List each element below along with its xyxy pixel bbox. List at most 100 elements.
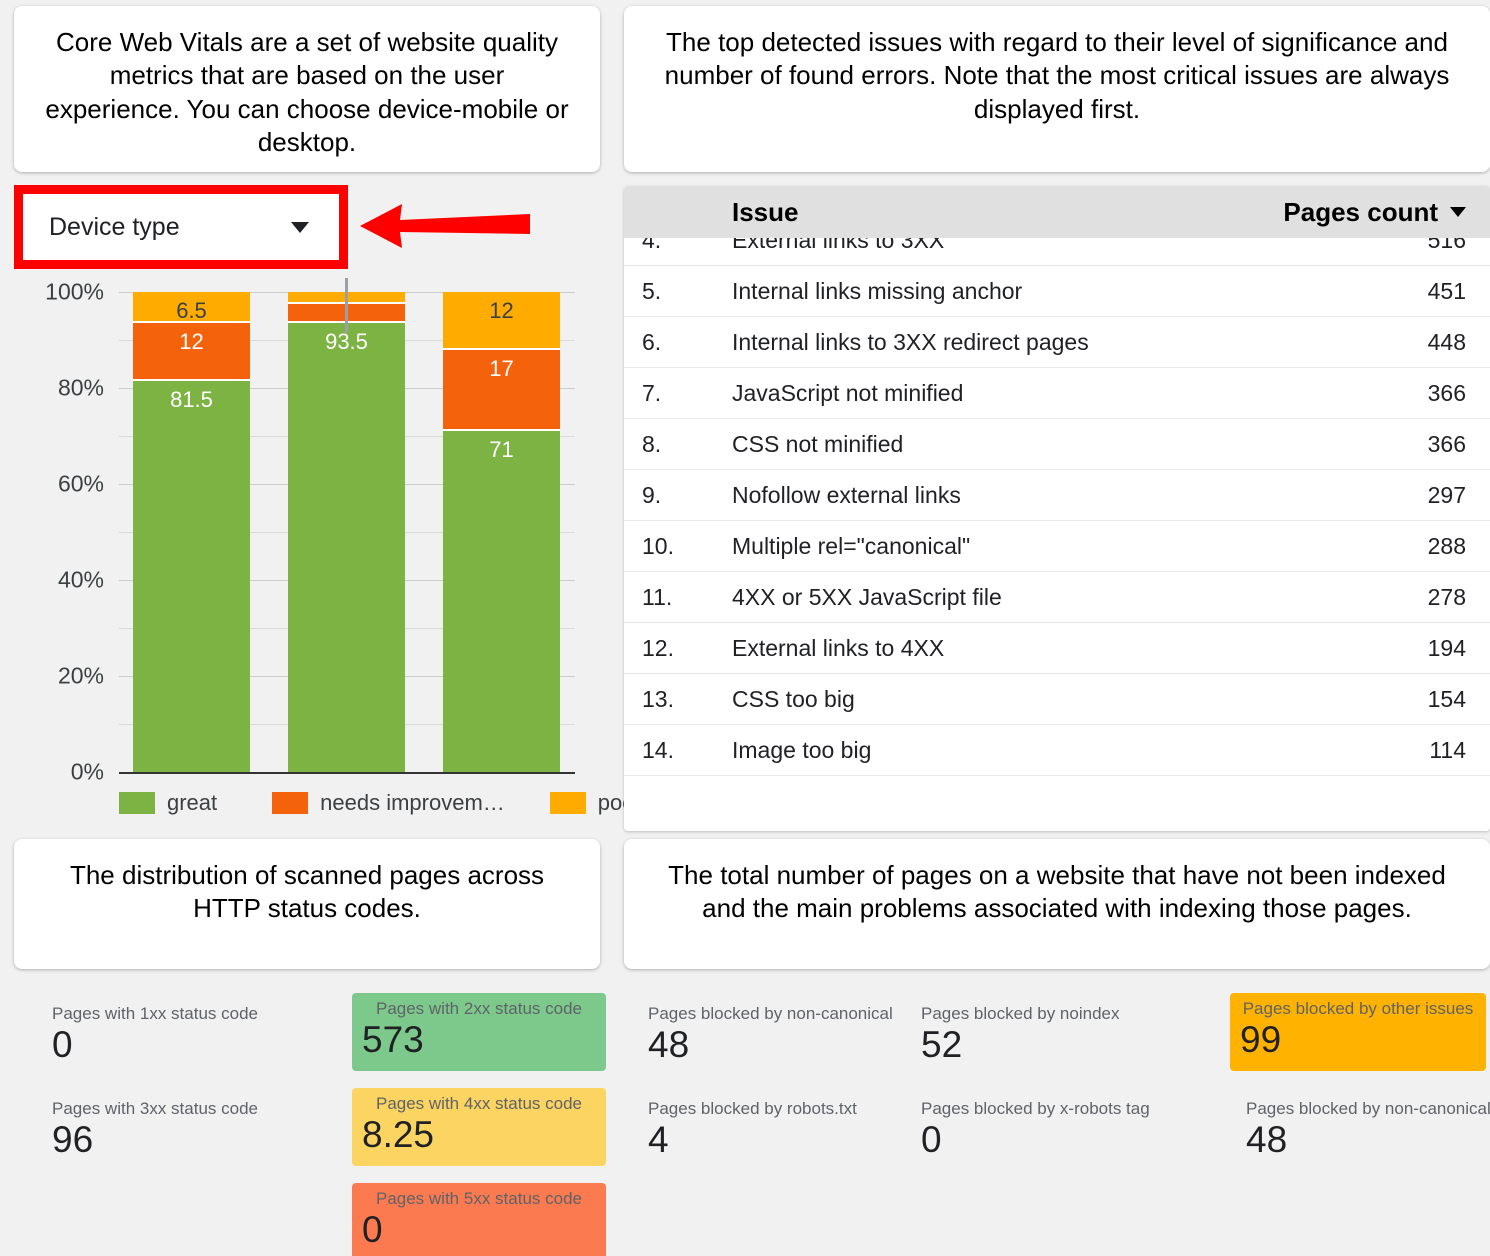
device-type-highlight-box: Device type: [14, 185, 348, 269]
legend-swatch-poor: [549, 792, 586, 814]
chart-plot-area: 100% 80% 60% 40% 20% 0% 6.5 12 81.5 93.5…: [14, 278, 642, 818]
bar-3-poor[interactable]: 12: [443, 292, 560, 350]
device-type-label: Device type: [49, 212, 180, 241]
table-row-count: 278: [1427, 583, 1466, 610]
bar-1-great[interactable]: 81.5: [133, 380, 250, 772]
table-row-count: 288: [1427, 532, 1466, 559]
scorecard-2xx[interactable]: Pages with 2xx status code 573: [352, 993, 606, 1071]
legend-item-great[interactable]: great: [119, 790, 217, 816]
scorecard-5xx[interactable]: Pages with 5xx status code 0: [352, 1183, 606, 1256]
table-row-issue: CSS too big: [732, 685, 855, 712]
x-axis-line: [119, 772, 575, 774]
column-header-pages-count[interactable]: Pages count: [1283, 197, 1466, 228]
table-row-index: 9.: [642, 481, 662, 508]
table-row[interactable]: 11. 4XX or 5XX JavaScript file 278: [624, 572, 1490, 623]
scorecard-3xx-value: 96: [52, 1119, 94, 1161]
chart-hover-indicator: [345, 278, 348, 334]
column-header-pages-count-label: Pages count: [1283, 196, 1438, 227]
y-tick-80: 80%: [57, 374, 104, 401]
scorecard-blocked-noindex[interactable]: Pages blocked by noindex 52: [921, 998, 1171, 1076]
table-row-issue: Multiple rel="canonical": [732, 532, 971, 559]
table-row[interactable]: 6. Internal links to 3XX redirect pages 44…: [624, 317, 1490, 368]
scorecard-2xx-value: 573: [362, 1019, 424, 1061]
scorecard-blocked-x-robots-tag-value: 0: [921, 1119, 942, 1161]
table-row-index: 7.: [642, 379, 662, 406]
table-row[interactable]: 5. Internal links missing anchor 451: [624, 266, 1490, 317]
scorecard-2xx-title: Pages with 2xx status code: [375, 999, 582, 1018]
scorecard-blocked-robots-txt-value: 4: [648, 1119, 669, 1161]
table-row-count: 451: [1427, 277, 1466, 304]
issues-table-rows: 3.External links missing anchor5164.Exte…: [624, 186, 1490, 776]
scorecard-blocked-non-canonical-2-title: Pages blocked by non-canonical: [1246, 1099, 1490, 1118]
scorecard-5xx-title: Pages with 5xx status code: [375, 1189, 582, 1208]
scorecard-3xx[interactable]: Pages with 3xx status code 96: [52, 1093, 312, 1171]
bar-1-needs-label: 12: [179, 329, 204, 355]
table-row-index: 8.: [642, 430, 662, 457]
chart-legend: great needs improvem… poor: [119, 790, 642, 816]
scorecard-blocked-noindex-title: Pages blocked by noindex: [921, 1004, 1120, 1023]
table-row-index: 14.: [642, 736, 674, 763]
core-web-vitals-chart: 100% 80% 60% 40% 20% 0% 6.5 12 81.5 93.5…: [14, 278, 642, 818]
cwv-description-card: Core Web Vitals are a set of website qua…: [14, 6, 600, 172]
y-tick-0: 0%: [70, 758, 104, 785]
bar-3-great-label: 71: [489, 437, 514, 463]
table-row-index: 6.: [642, 328, 662, 355]
table-row[interactable]: 10. Multiple rel="canonical" 288: [624, 521, 1490, 572]
bar-group-3[interactable]: 12 17 71: [443, 292, 560, 772]
scorecard-blocked-x-robots-tag[interactable]: Pages blocked by x-robots tag 0: [921, 1093, 1171, 1171]
column-header-issue[interactable]: Issue: [732, 197, 799, 228]
legend-label-needs: needs improvem…: [320, 790, 505, 815]
bar-2-great[interactable]: 93.5: [288, 323, 405, 772]
table-row-count: 366: [1427, 430, 1466, 457]
scorecard-blocked-other-issues[interactable]: Pages blocked by other issues 99: [1230, 993, 1486, 1071]
issues-table-body[interactable]: 3.External links missing anchor5164.Exte…: [624, 186, 1490, 831]
scorecard-blocked-non-canonical-value: 48: [648, 1024, 690, 1066]
scorecard-blocked-other-issues-value: 99: [1240, 1019, 1282, 1061]
table-row[interactable]: 12. External links to 4XX 194: [624, 623, 1490, 674]
bar-1-poor[interactable]: 6.5: [133, 292, 250, 324]
scorecard-blocked-x-robots-tag-title: Pages blocked by x-robots tag: [921, 1099, 1150, 1118]
y-tick-20: 20%: [57, 662, 104, 689]
issues-description-card: The top detected issues with regard to t…: [624, 6, 1490, 172]
scorecard-4xx[interactable]: Pages with 4xx status code 8.25: [352, 1088, 606, 1166]
scorecard-4xx-value: 8.25: [362, 1114, 435, 1156]
table-row-index: 13.: [642, 685, 674, 712]
scorecard-5xx-value: 0: [362, 1209, 383, 1251]
bar-group-1[interactable]: 6.5 12 81.5: [133, 292, 250, 772]
table-row-issue: External links to 4XX: [732, 634, 945, 661]
device-type-dropdown[interactable]: Device type: [23, 194, 339, 260]
scorecard-blocked-robots-txt[interactable]: Pages blocked by robots.txt 4: [648, 1093, 898, 1171]
table-row[interactable]: 7. JavaScript not minified 366: [624, 368, 1490, 419]
table-row-issue: Internal links missing anchor: [732, 277, 1023, 304]
table-row[interactable]: 14. Image too big 114: [624, 725, 1490, 776]
table-row[interactable]: 8. CSS not minified 366: [624, 419, 1490, 470]
table-row-count: 114: [1429, 736, 1466, 763]
table-row-issue: Internal links to 3XX redirect pages: [732, 328, 1089, 355]
bar-3-great[interactable]: 71: [443, 431, 560, 772]
table-row[interactable]: 9. Nofollow external links 297: [624, 470, 1490, 521]
scorecard-blocked-noindex-value: 52: [921, 1024, 963, 1066]
scorecard-3xx-title: Pages with 3xx status code: [52, 1099, 259, 1118]
table-row-count: 194: [1427, 634, 1466, 661]
scorecard-4xx-title: Pages with 4xx status code: [375, 1094, 582, 1113]
table-row[interactable]: 13. CSS too big 154: [624, 674, 1490, 725]
scorecard-blocked-other-issues-title: Pages blocked by other issues: [1242, 999, 1474, 1018]
table-row-issue: JavaScript not minified: [732, 379, 964, 406]
table-row-issue: 4XX or 5XX JavaScript file: [732, 583, 1002, 610]
bar-1-needs[interactable]: 12: [133, 323, 250, 381]
scorecard-1xx[interactable]: Pages with 1xx status code 0: [52, 998, 312, 1076]
table-row-index: 10.: [642, 532, 674, 559]
issues-table-header: Issue Pages count: [624, 186, 1490, 238]
left-arrow-annotation-icon: [360, 204, 530, 248]
status-description-text: The distribution of scanned pages across…: [69, 860, 545, 924]
y-tick-100: 100%: [45, 278, 104, 305]
table-row-issue: Image too big: [732, 736, 872, 763]
sort-descending-icon: [1450, 207, 1466, 217]
legend-item-needs-improvement[interactable]: needs improvem…: [272, 790, 505, 816]
scorecard-blocked-non-canonical-2-value: 48: [1246, 1119, 1288, 1161]
chevron-down-icon: [291, 221, 309, 233]
scorecard-blocked-non-canonical-2[interactable]: Pages blocked by non-canonical 48: [1236, 1093, 1490, 1171]
bar-group-2[interactable]: 2.5 93.5: [288, 278, 405, 772]
scorecard-blocked-non-canonical[interactable]: Pages blocked by non-canonical 48: [648, 998, 898, 1076]
bar-3-needs[interactable]: 17: [443, 349, 560, 432]
